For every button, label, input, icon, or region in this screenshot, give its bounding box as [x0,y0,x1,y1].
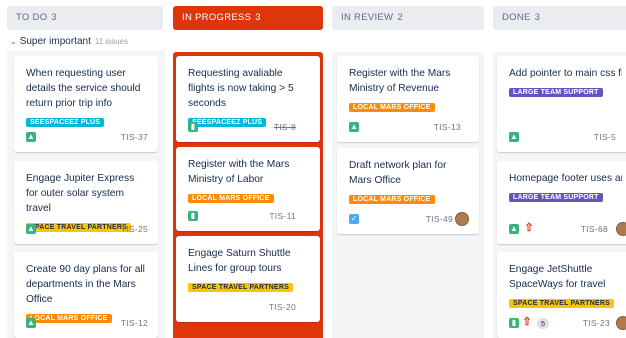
column-header-in-review[interactable]: IN REVIEW 2 [332,6,484,30]
swimlane-count: 11 issues [94,37,129,46]
card-title: Homepage footer uses an inline style - s… [509,173,622,184]
issue-key[interactable]: TIS-37 [121,132,148,142]
chevron-down-icon[interactable]: ⌄ [10,37,17,46]
story-icon: ▲ [26,318,36,328]
column-count: 3 [51,12,58,23]
issue-card[interactable]: Engage Jupiter Express for outer solar s… [14,161,158,244]
story-icon: ▲ [26,132,36,142]
priority-highest-icon: ⇧ [522,316,532,328]
epic-label: SPACE TRAVEL PARTNERS [509,299,615,308]
epic-label: LARGE TEAM SUPPORT [509,193,603,202]
column-count: 3 [534,12,541,23]
story-icon: ▲ [509,224,519,234]
issue-card[interactable]: Requesting avaliable flights is now taki… [176,56,320,142]
card-title: Engage Saturn Shuttle Lines for group to… [188,248,291,274]
bookmark-icon: ▮ [188,211,198,221]
avatar[interactable] [455,212,469,226]
issue-card[interactable]: Engage JetShuttle SpaceWays for travel S… [497,252,626,338]
card-title: Draft network plan for Mars Office [349,160,447,186]
epic-label: LOCAL MARS OFFICE [188,194,274,203]
column-header-done[interactable]: DONE 3 [493,6,626,30]
bookmark-icon: ▮ [188,122,198,132]
issue-card[interactable]: Add pointer to main css file to instruct… [497,56,626,152]
epic-label: SPACE TRAVEL PARTNERS [188,283,294,292]
issue-card[interactable]: When requesting user details the service… [14,56,158,152]
story-icon: ▲ [26,224,36,234]
issue-key[interactable]: TIS-11 [269,211,296,221]
epic-label: LARGE TEAM SUPPORT [509,88,603,97]
issue-card[interactable]: Draft network plan for Mars Office LOCAL… [337,148,479,234]
issue-key[interactable]: TIS-8 [274,122,296,132]
card-title: Create 90 day plans for all departments … [26,264,145,305]
column-count: 3 [255,12,261,23]
story-icon: ▲ [509,132,519,142]
card-title: Engage Jupiter Express for outer solar s… [26,173,135,214]
card-title: Requesting avaliable flights is now taki… [188,68,294,109]
epic-label: LOCAL MARS OFFICE [349,195,435,204]
issue-card[interactable]: Engage Saturn Shuttle Lines for group to… [176,236,320,322]
story-icon: ▲ [349,122,359,132]
story-points-badge: 5 [537,318,549,329]
swimlane-header[interactable]: ⌄ Super important 11 issues [10,36,128,47]
checkbox-icon: ✓ [349,214,359,224]
issue-key[interactable]: TIS-12 [121,318,148,328]
priority-highest-icon: ⇧ [524,222,534,234]
avatar[interactable] [616,222,626,236]
issue-card[interactable]: Create 90 day plans for all departments … [14,252,158,338]
swimlane-name: Super important [19,36,91,47]
issue-card[interactable]: Register with the Mars Ministry of Labor… [176,147,320,231]
card-title: Engage JetShuttle SpaceWays for travel [509,264,606,290]
issue-key[interactable]: TIS-20 [269,302,296,312]
card-title: When requesting user details the service… [26,68,141,109]
epic-label: LOCAL MARS OFFICE [349,103,435,112]
issue-key[interactable]: TIS-25 [121,224,148,234]
issue-key[interactable]: TIS-23 [583,318,610,328]
column-title: IN PROGRESS [182,12,252,23]
issue-key[interactable]: TIS-13 [434,122,461,132]
issue-card[interactable]: Register with the Mars Ministry of Reven… [337,56,479,142]
issue-key[interactable]: TIS-5 [594,132,616,142]
column-header-todo[interactable]: TO DO 3 [7,6,163,30]
issue-key[interactable]: TIS-49 [426,214,453,224]
column-header-in-progress[interactable]: IN PROGRESS 3 [173,6,323,30]
column-title: TO DO [16,12,48,23]
column-count: 2 [397,12,403,23]
card-title: Add pointer to main css file to instruct… [509,68,622,79]
column-title: IN REVIEW [341,12,394,23]
issue-card[interactable]: Homepage footer uses an inline style - s… [497,161,626,244]
card-title: Register with the Mars Ministry of Labor [188,159,290,185]
bookmark-icon: ▮ [509,318,519,328]
avatar[interactable] [616,316,626,330]
column-title: DONE [502,12,531,23]
epic-label: SEESPACEEZ PLUS [26,118,105,127]
issue-key[interactable]: TIS-68 [581,224,608,234]
card-title: Register with the Mars Ministry of Reven… [349,68,451,94]
